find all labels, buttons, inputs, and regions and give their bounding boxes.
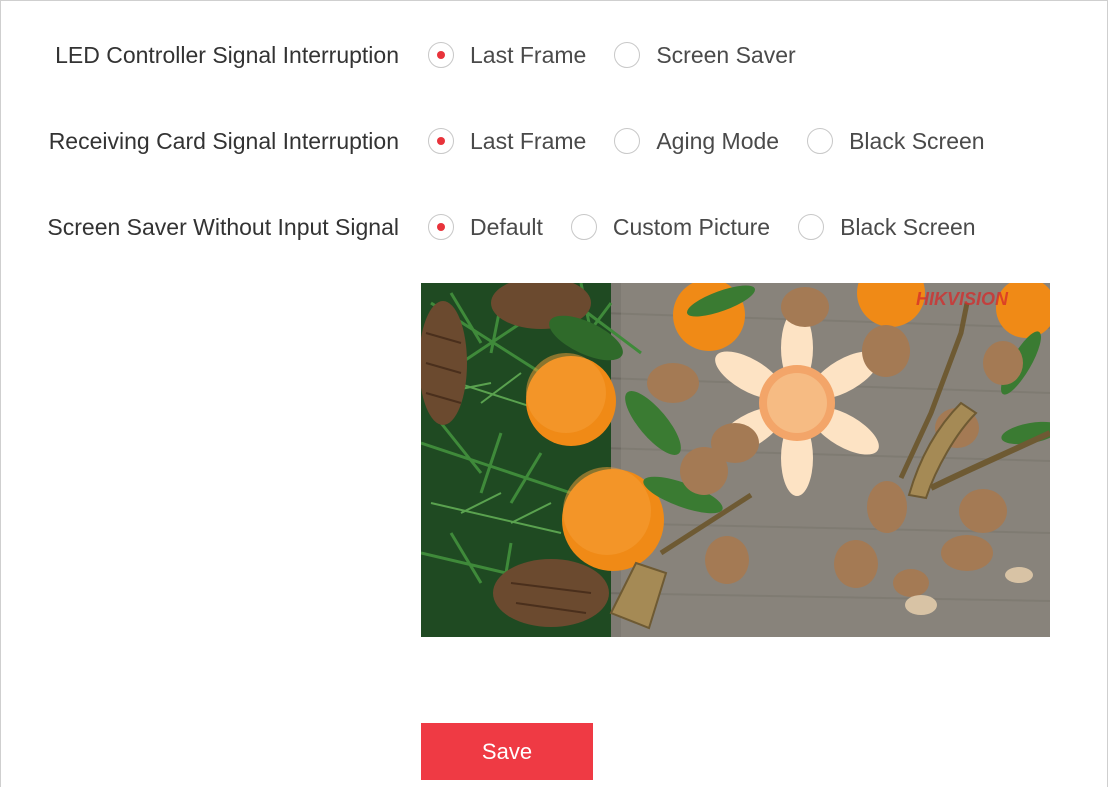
setting-label-container: Receiving Card Signal Interruption bbox=[1, 123, 399, 159]
settings-panel: LED Controller Signal Interruption Last … bbox=[0, 0, 1108, 787]
radio-dot bbox=[437, 51, 445, 59]
setting-label-receiving-card: Receiving Card Signal Interruption bbox=[48, 127, 399, 154]
setting-row-led-controller: LED Controller Signal Interruption Last … bbox=[1, 37, 1101, 73]
radio-option-screen-saver[interactable]: Screen Saver bbox=[614, 41, 796, 69]
radio-button[interactable] bbox=[614, 128, 641, 154]
preview-illustration: HIKVISION bbox=[421, 283, 1050, 637]
radio-option-aging-mode[interactable]: Aging Mode bbox=[614, 128, 779, 155]
radio-option-label: Last Frame bbox=[470, 41, 587, 68]
radio-option-black-screen[interactable]: Black Screen bbox=[807, 128, 985, 155]
setting-row-screen-saver: Screen Saver Without Input Signal Defaul… bbox=[1, 209, 1101, 245]
setting-label-screen-saver: Screen Saver Without Input Signal bbox=[47, 213, 399, 240]
radio-button-checked[interactable] bbox=[428, 42, 454, 68]
radio-option-label: Aging Mode bbox=[656, 127, 780, 154]
setting-label-container: LED Controller Signal Interruption bbox=[1, 37, 399, 73]
radio-group-led-controller: Last Frame Screen Saver bbox=[428, 37, 824, 73]
setting-row-receiving-card: Receiving Card Signal Interruption Last … bbox=[1, 123, 1101, 159]
radio-group-screen-saver: Default Custom Picture Black Screen bbox=[428, 209, 1004, 245]
radio-option-label: Screen Saver bbox=[656, 41, 796, 68]
radio-option-label: Last Frame bbox=[470, 127, 587, 154]
radio-button[interactable] bbox=[614, 42, 641, 68]
radio-button-checked[interactable] bbox=[428, 128, 454, 154]
radio-option-default[interactable]: Default bbox=[428, 214, 543, 241]
setting-label-led-controller: LED Controller Signal Interruption bbox=[55, 41, 399, 68]
radio-dot bbox=[437, 223, 445, 231]
radio-option-last-frame[interactable]: Last Frame bbox=[428, 128, 586, 155]
radio-option-label: Default bbox=[470, 213, 543, 240]
radio-option-last-frame[interactable]: Last Frame bbox=[428, 42, 586, 69]
radio-button[interactable] bbox=[570, 214, 597, 240]
preview-watermark: HIKVISION bbox=[916, 289, 1009, 309]
radio-button-checked[interactable] bbox=[428, 214, 454, 240]
radio-option-custom-picture[interactable]: Custom Picture bbox=[570, 213, 771, 241]
radio-option-label: Black Screen bbox=[849, 127, 985, 154]
setting-label-container: Screen Saver Without Input Signal bbox=[1, 209, 399, 245]
radio-option-label: Black Screen bbox=[840, 213, 976, 240]
save-button[interactable]: Save bbox=[421, 723, 593, 780]
radio-button[interactable] bbox=[807, 128, 834, 154]
screen-saver-preview-image: HIKVISION bbox=[421, 283, 1050, 637]
radio-button[interactable] bbox=[798, 214, 825, 240]
radio-option-label: Custom Picture bbox=[612, 213, 771, 240]
radio-option-black-screen[interactable]: Black Screen bbox=[798, 214, 976, 241]
radio-group-receiving-card: Last Frame Aging Mode Black Screen bbox=[428, 123, 1013, 159]
radio-dot bbox=[437, 137, 445, 145]
